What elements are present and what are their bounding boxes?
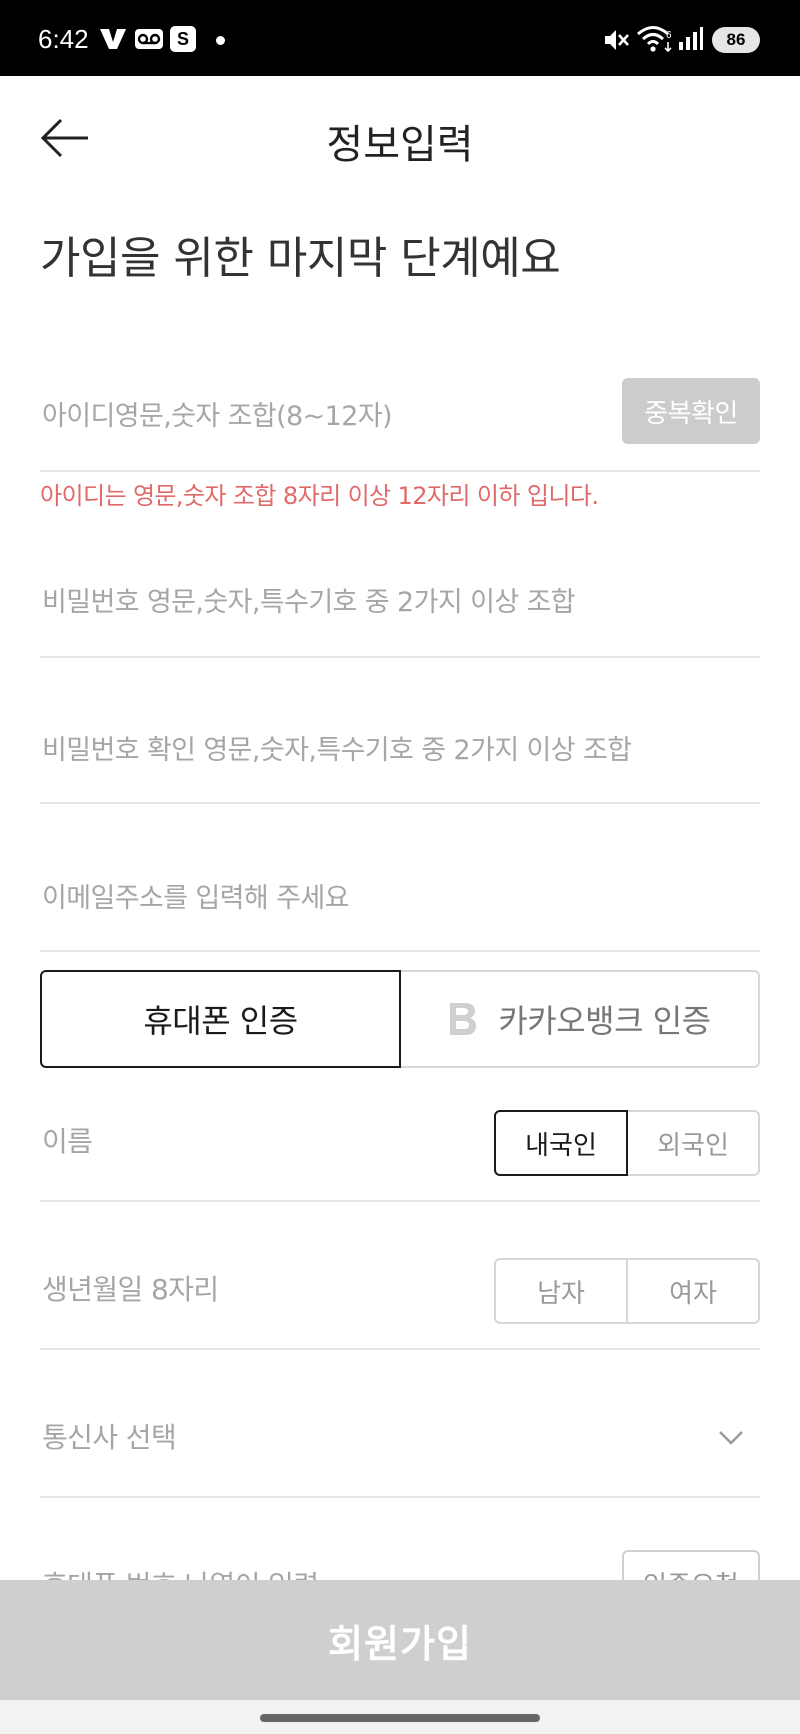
birthdate-field[interactable]: 생년월일 8자리 남자 여자 xyxy=(40,1242,760,1350)
male-button[interactable]: 남자 xyxy=(494,1258,628,1324)
foreign-button[interactable]: 외국인 xyxy=(628,1110,760,1176)
wifi-icon: 6 xyxy=(636,24,674,54)
domestic-button[interactable]: 내국인 xyxy=(494,1110,628,1176)
tab-phone-auth-label: 휴대폰 인증 xyxy=(143,1002,298,1040)
id-placeholder: 아이디영문,숫자 조합(8~12자) xyxy=(42,401,393,432)
duplicate-check-button[interactable]: 중복확인 xyxy=(622,378,760,444)
status-bar: 6:42 S 6 86 xyxy=(0,0,800,76)
page-title: 정보입력 xyxy=(326,122,474,168)
auth-method-tabs: 휴대폰 인증 카카오뱅크 인증 xyxy=(40,970,760,1068)
name-field[interactable]: 이름 내국인 외국인 xyxy=(40,1094,760,1202)
birthdate-placeholder: 생년월일 8자리 xyxy=(42,1273,219,1306)
carrier-placeholder: 통신사 선택 xyxy=(42,1421,177,1454)
signal-icon xyxy=(678,26,704,52)
password-confirm-field[interactable]: 비밀번호 확인 영문,숫자,특수기호 중 2가지 이상 조합 xyxy=(40,706,760,804)
tab-kakaobank-auth[interactable]: 카카오뱅크 인증 xyxy=(401,970,760,1068)
name-placeholder: 이름 xyxy=(42,1125,93,1158)
chevron-down-icon xyxy=(719,1431,743,1445)
tab-phone-auth[interactable]: 휴대폰 인증 xyxy=(40,970,401,1068)
email-field[interactable]: 이메일주소를 입력해 주세요 xyxy=(40,852,760,952)
tab-kakaobank-auth-label: 카카오뱅크 인증 xyxy=(498,1002,711,1040)
notification-dot-icon xyxy=(216,36,225,45)
password-confirm-placeholder: 비밀번호 확인 영문,숫자,특수기호 중 2가지 이상 조합 xyxy=(42,735,632,766)
home-gesture-handle[interactable] xyxy=(260,1714,540,1722)
id-field[interactable]: 아이디영문,숫자 조합(8~12자) 중복확인 xyxy=(40,370,760,472)
system-nav-bar xyxy=(0,1700,800,1734)
id-error-message: 아이디는 영문,숫자 조합 8자리 이상 12자리 이하 입니다. xyxy=(40,482,599,510)
voicemail-icon xyxy=(134,26,164,52)
svg-text:6: 6 xyxy=(666,30,672,41)
v-app-icon xyxy=(98,26,128,52)
password-field[interactable]: 비밀번호 영문,숫자,특수기호 중 2가지 이상 조합 xyxy=(40,560,760,658)
battery-indicator: 86 xyxy=(712,27,760,53)
status-time: 6:42 xyxy=(38,24,89,54)
gender-toggle: 남자 여자 xyxy=(494,1258,760,1324)
nationality-toggle: 내국인 외국인 xyxy=(494,1110,760,1176)
female-button[interactable]: 여자 xyxy=(628,1258,760,1324)
carrier-select[interactable]: 통신사 선택 xyxy=(40,1390,760,1498)
signup-submit-button[interactable]: 회원가입 xyxy=(0,1580,800,1700)
signup-heading: 가입을 위한 마지막 단계예요 xyxy=(40,233,561,284)
s-app-icon: S xyxy=(170,26,196,52)
top-app-bar: 정보입력 xyxy=(0,76,800,204)
kakaobank-b-icon xyxy=(450,1003,477,1035)
password-placeholder: 비밀번호 영문,숫자,특수기호 중 2가지 이상 조합 xyxy=(42,587,576,618)
email-placeholder: 이메일주소를 입력해 주세요 xyxy=(42,883,349,914)
mute-icon xyxy=(602,26,630,54)
